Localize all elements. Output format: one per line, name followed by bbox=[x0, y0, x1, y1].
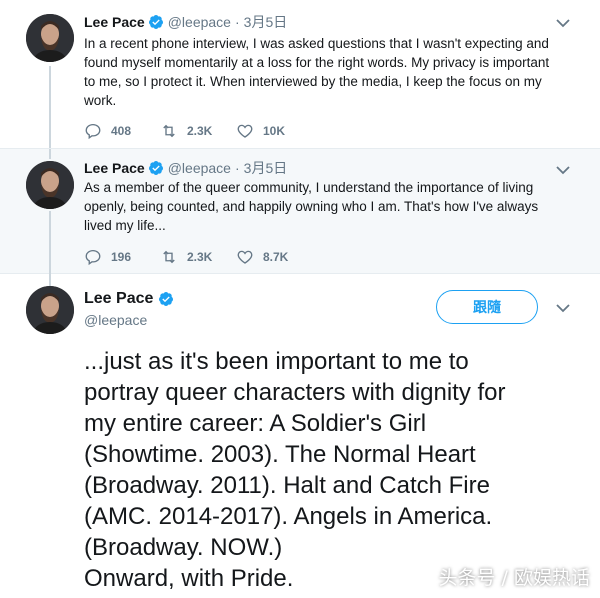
main-user-name-row: Lee Pace bbox=[84, 290, 174, 308]
avatar[interactable] bbox=[26, 161, 74, 209]
tweet-2[interactable]: Lee Pace @leepace · 3月5日 As a member of … bbox=[0, 148, 600, 275]
tweet-actions: 408 2.3K 10K bbox=[84, 122, 312, 140]
tweet-1[interactable]: Lee Pace @leepace · 3月5日 In a recent pho… bbox=[0, 0, 600, 148]
tweet-date[interactable]: 3月5日 bbox=[244, 13, 288, 31]
tweet-text: As a member of the queer community, I un… bbox=[84, 180, 539, 233]
retweet-button[interactable]: 2.3K bbox=[160, 122, 236, 140]
main-tweet: Lee Pace @leepace 跟隨 ...just as it's bee… bbox=[0, 274, 600, 598]
avatar[interactable] bbox=[26, 14, 74, 62]
avatar[interactable] bbox=[26, 286, 74, 334]
thread-line bbox=[49, 149, 51, 159]
watermark-text: 头条号 / 欧娱热话 bbox=[438, 567, 590, 589]
verified-badge-icon bbox=[159, 292, 174, 306]
tweet-header: Lee Pace @leepace · 3月5日 bbox=[84, 13, 287, 31]
reply-count: 196 bbox=[111, 250, 132, 264]
like-button[interactable]: 8.7K bbox=[236, 248, 312, 266]
verified-badge-icon bbox=[148, 15, 163, 29]
separator-dot: · bbox=[234, 14, 240, 30]
separator-dot: · bbox=[234, 160, 240, 176]
tweet-text: In a recent phone interview, I was asked… bbox=[84, 36, 550, 108]
user-handle[interactable]: @leepace bbox=[168, 159, 231, 177]
like-button[interactable]: 10K bbox=[236, 122, 312, 140]
tweet-date[interactable]: 3月5日 bbox=[244, 159, 288, 177]
reply-button[interactable]: 196 bbox=[84, 248, 160, 266]
retweet-icon bbox=[163, 250, 175, 264]
tweet-actions: 196 2.3K 8.7K bbox=[84, 248, 312, 266]
user-name[interactable]: Lee Pace bbox=[84, 290, 153, 308]
thread-line bbox=[49, 66, 51, 148]
like-icon bbox=[237, 124, 253, 138]
verified-badge-icon bbox=[148, 161, 163, 175]
thread-line bbox=[49, 274, 51, 286]
user-name[interactable]: Lee Pace bbox=[84, 13, 145, 31]
user-handle[interactable]: @leepace bbox=[84, 312, 147, 328]
thread-line bbox=[49, 211, 51, 275]
reply-icon bbox=[85, 123, 101, 140]
caret-down-icon[interactable] bbox=[556, 303, 570, 313]
caret-down-icon[interactable] bbox=[556, 18, 570, 28]
like-icon bbox=[237, 250, 253, 264]
reply-button[interactable]: 408 bbox=[84, 122, 160, 140]
tweet-text: ...just as it's been important to me to … bbox=[84, 348, 506, 592]
like-count: 8.7K bbox=[263, 250, 289, 264]
reply-count: 408 bbox=[111, 124, 132, 138]
follow-button[interactable]: 跟隨 bbox=[436, 290, 538, 324]
like-count: 10K bbox=[263, 124, 286, 138]
reply-icon bbox=[85, 249, 101, 266]
retweet-icon bbox=[163, 124, 175, 138]
retweet-count: 2.3K bbox=[187, 124, 213, 138]
user-handle[interactable]: @leepace bbox=[168, 13, 231, 31]
caret-down-icon[interactable] bbox=[556, 165, 570, 175]
tweet-header: Lee Pace @leepace · 3月5日 bbox=[84, 159, 287, 177]
retweet-button[interactable]: 2.3K bbox=[160, 248, 236, 266]
user-name[interactable]: Lee Pace bbox=[84, 159, 145, 177]
retweet-count: 2.3K bbox=[187, 250, 213, 264]
